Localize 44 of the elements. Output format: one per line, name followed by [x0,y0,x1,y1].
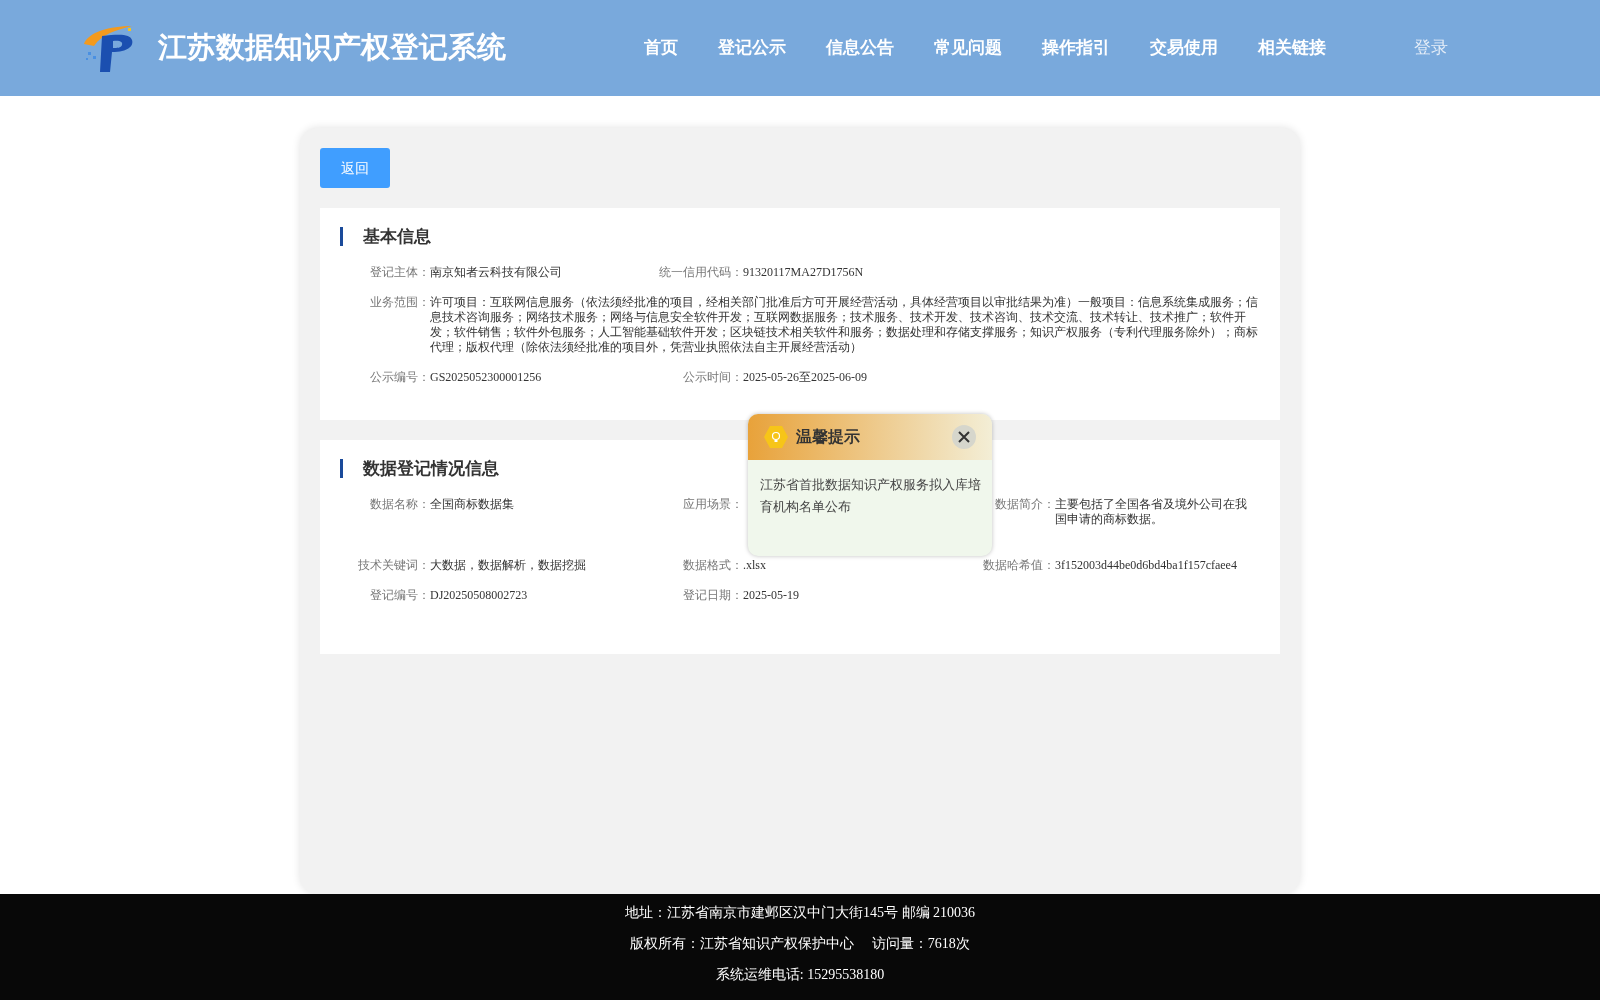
field-label: 数据名称： [369,497,430,513]
field-value: .xlsx [743,558,766,573]
nav-link[interactable]: 交易使用 [1150,35,1218,61]
nav-link[interactable]: 首页 [644,35,678,61]
field-value: 许可项目：互联网信息服务（依法须经批准的项目，经相关部门批准后方可开展经营活动，具体经营项目以审批结果为准）一般项目：信息系统集成服务；信息技术咨询服务；网络技术服务；网络与信息安全软件开发；互联网数据服务；技术服务、技术开发、技术咨询、技术交流、技术转让、技术推广；软件开发；软件销售；软件外包服务；人工智能基础软件开发；区块链技术相关软件和服务；数据处理和存储支撑服务；知识产权服务（专利代理服务除外）；商标代理；版权代理（除依法须经批准的项目外，凭营业执照依法自主开展经营活动） [430,295,1259,355]
nav-link[interactable]: 相关链接 [1258,35,1326,61]
field-label: 公示编号： [369,370,430,385]
back-button[interactable]: 返回 [320,148,390,188]
footer-text: 系统运维电话: 15295538180 [714,966,886,984]
popup-message: 江苏省首批数据知识产权服务拟入库培育机构名单公布 [759,476,982,516]
field-value: 全国商标数据集 [430,497,514,513]
field-value: 主要包括了全国各省及境外公司在我国申请的商标数据。 [1055,497,1248,528]
close-button[interactable] [952,425,976,449]
login-link[interactable]: 登录 [1414,35,1448,61]
popup-title: 温馨提示 [796,427,860,447]
field-label: 登记日期： [682,588,743,603]
field-label: 应用场景： [682,497,743,513]
field-value: 2025-05-19 [743,588,799,603]
bulb-icon [764,426,788,448]
field-label: 登记编号： [369,588,430,603]
field-value: DJ20250508002723 [430,588,528,603]
nav-link[interactable]: 常见问题 [934,35,1002,61]
footer-text: 版权所有：江苏省知识产权保护中心 访问量：7618次 [629,935,971,953]
field-value: 大数据，数据解析，数据挖掘 [430,558,586,573]
field-label: 数据格式： [682,558,743,573]
field-label: 登记主体： [369,265,430,280]
field-label: 数据哈希值： [982,558,1055,573]
nav-link[interactable]: 登记公示 [718,35,786,61]
nav-link[interactable]: 信息公告 [826,35,894,61]
field-label: 业务范围： [369,295,430,311]
section-title: 基本信息 [340,227,1260,246]
field-label: 公示时间： [682,370,743,385]
field-label: 统一信用代码： [658,265,743,280]
site-title: 江苏数据知识产权登记系统 [158,30,506,66]
footer-text: 地址：江苏省南京市建邺区汉中门大街145号 邮编 210036 [624,904,976,922]
close-icon [958,431,970,443]
field-value: 3f152003d44be0d6bd4ba1f157cfaee4 [1055,558,1237,573]
field-value: 2025-05-26至2025-06-09 [743,370,867,385]
field-value: 南京知者云科技有限公司 [430,265,562,280]
field-value: GS2025052300001256 [430,370,542,385]
field-label: 技术关键词： [357,558,430,573]
nav-link[interactable]: 操作指引 [1042,35,1110,61]
field-label: 数据简介： [994,497,1055,513]
field-value: 91320117MA27D1756N [743,265,864,280]
